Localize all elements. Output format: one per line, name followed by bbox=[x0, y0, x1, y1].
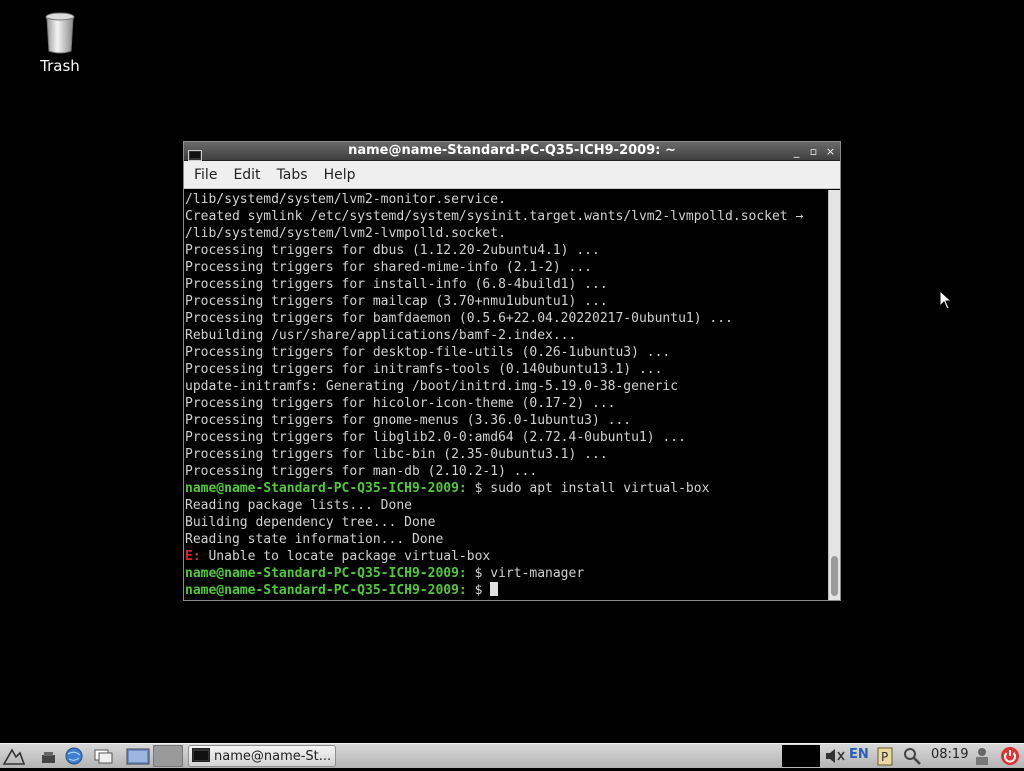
terminal-line: Processing triggers for libglib2.0-0:amd… bbox=[185, 429, 828, 446]
terminal-line-text: $ bbox=[466, 583, 491, 598]
workspace-2-icon[interactable] bbox=[153, 745, 183, 767]
terminal-line-text: Building dependency tree... Done bbox=[185, 515, 436, 530]
desktop: Trash name@name-Standard-PC-Q35-ICH9-200… bbox=[0, 0, 1024, 743]
scrollbar-thumb[interactable] bbox=[831, 556, 838, 596]
terminal-line-text: Processing triggers for libc-bin (2.35-0… bbox=[185, 447, 608, 462]
taskbar-terminal-button[interactable]: name@name-St... bbox=[188, 745, 336, 767]
start-menu-icon[interactable] bbox=[2, 745, 26, 767]
terminal-line: Processing triggers for dbus (1.12.20-2u… bbox=[185, 242, 828, 259]
terminal-line: Building dependency tree... Done bbox=[185, 514, 828, 531]
error-marker: E: bbox=[185, 549, 201, 564]
menu-file[interactable]: File bbox=[186, 167, 225, 183]
shell-prompt: name@name-Standard-PC-Q35-ICH9-2009: bbox=[185, 481, 467, 496]
terminal-line: Processing triggers for man-db (2.10.2-1… bbox=[185, 463, 828, 480]
svg-text:P: P bbox=[881, 750, 888, 764]
terminal-line-text: Processing triggers for install-info (6.… bbox=[185, 277, 608, 292]
terminal-line: Processing triggers for install-info (6.… bbox=[185, 276, 828, 293]
trash-desktop-icon[interactable]: Trash bbox=[30, 12, 90, 75]
terminal-line: Processing triggers for gnome-menus (3.3… bbox=[185, 412, 828, 429]
workspace-1-icon[interactable] bbox=[125, 745, 150, 767]
window-title: name@name-Standard-PC-Q35-ICH9-2009: ~ bbox=[348, 143, 676, 158]
terminal-window[interactable]: name@name-Standard-PC-Q35-ICH9-2009: ~ _… bbox=[183, 141, 841, 601]
terminal-scrollbar[interactable] bbox=[828, 190, 840, 600]
system-monitor-icon[interactable] bbox=[782, 745, 820, 767]
terminal-line: update-initramfs: Generating /boot/initr… bbox=[185, 378, 828, 395]
text-cursor bbox=[490, 582, 499, 596]
terminal-line-text: Processing triggers for mailcap (3.70+nm… bbox=[185, 294, 608, 309]
terminal-line: Reading state information... Done bbox=[185, 531, 828, 548]
terminal-line-text: Processing triggers for dbus (1.12.20-2u… bbox=[185, 243, 600, 258]
terminal-line: Processing triggers for shared-mime-info… bbox=[185, 259, 828, 276]
menu-help[interactable]: Help bbox=[316, 167, 364, 183]
terminal-line-text: /lib/systemd/system/lvm2-monitor.service… bbox=[185, 192, 506, 207]
clock[interactable]: 08:19 bbox=[931, 747, 968, 762]
terminal-line-text: update-initramfs: Generating /boot/initr… bbox=[185, 379, 679, 394]
terminal-line-text: Reading state information... Done bbox=[185, 532, 444, 547]
web-browser-icon[interactable] bbox=[63, 745, 85, 767]
terminal-line: Processing triggers for initramfs-tools … bbox=[185, 361, 828, 378]
terminal-line: Processing triggers for mailcap (3.70+nm… bbox=[185, 293, 828, 310]
minimize-button[interactable]: _ bbox=[789, 144, 804, 159]
terminal-line-text: Processing triggers for libglib2.0-0:amd… bbox=[185, 430, 686, 445]
shell-prompt: name@name-Standard-PC-Q35-ICH9-2009: bbox=[185, 583, 467, 598]
trash-icon bbox=[45, 12, 75, 54]
terminal-line: name@name-Standard-PC-Q35-ICH9-2009: $ v… bbox=[185, 565, 828, 582]
taskbar-terminal-label: name@name-St... bbox=[214, 748, 332, 764]
taskbar: name@name-St... EN P 08:19 bbox=[0, 743, 1024, 768]
terminal-line: Processing triggers for bamfdaemon (0.5.… bbox=[185, 310, 828, 327]
volume-icon[interactable] bbox=[822, 745, 846, 767]
terminal-line-text: Rebuilding /usr/share/applications/bamf-… bbox=[185, 328, 577, 343]
show-desktop-icon[interactable] bbox=[38, 745, 60, 767]
menu-edit[interactable]: Edit bbox=[225, 167, 268, 183]
terminal-line-text: Unable to locate package virtual-box bbox=[200, 549, 491, 564]
close-button[interactable]: × bbox=[823, 144, 838, 159]
terminal-line-text: /lib/systemd/system/lvm2-lvmpolld.socket… bbox=[185, 226, 506, 241]
terminal-line: E: Unable to locate package virtual-box bbox=[185, 548, 828, 565]
maximize-button[interactable]: ▫ bbox=[806, 144, 821, 159]
terminal-line: Processing triggers for hicolor-icon-the… bbox=[185, 395, 828, 412]
terminal-line: name@name-Standard-PC-Q35-ICH9-2009: $ bbox=[185, 582, 828, 599]
terminal-line-text: $ sudo apt install virtual-box bbox=[466, 481, 710, 496]
terminal-line: Rebuilding /usr/share/applications/bamf-… bbox=[185, 327, 828, 344]
keyboard-layout[interactable]: EN bbox=[849, 747, 869, 762]
menubar: File Edit Tabs Help bbox=[184, 161, 840, 189]
network-icon[interactable] bbox=[901, 745, 923, 767]
terminal-line-text: Processing triggers for hicolor-icon-the… bbox=[185, 396, 616, 411]
terminal-line-text: Processing triggers for initramfs-tools … bbox=[185, 362, 663, 377]
terminal-line: Processing triggers for libc-bin (2.35-0… bbox=[185, 446, 828, 463]
terminal-icon bbox=[192, 747, 210, 766]
window-titlebar[interactable]: name@name-Standard-PC-Q35-ICH9-2009: ~ _… bbox=[184, 142, 840, 161]
terminal-line-text: Created symlink /etc/systemd/system/sysi… bbox=[185, 209, 804, 224]
terminal-line: Processing triggers for desktop-file-uti… bbox=[185, 344, 828, 361]
power-icon[interactable] bbox=[999, 745, 1021, 767]
terminal-line: Created symlink /etc/systemd/system/sysi… bbox=[185, 208, 828, 225]
terminal-line-text: Reading package lists... Done bbox=[185, 498, 412, 513]
clipboard-icon[interactable]: P bbox=[875, 745, 895, 767]
terminal-output[interactable]: /lib/systemd/system/lvm2-monitor.service… bbox=[184, 190, 828, 600]
menu-tabs[interactable]: Tabs bbox=[269, 167, 316, 183]
file-manager-icon[interactable] bbox=[92, 745, 114, 767]
terminal-line-text: $ virt-manager bbox=[466, 566, 585, 581]
mouse-pointer-icon bbox=[939, 289, 953, 314]
shell-prompt: name@name-Standard-PC-Q35-ICH9-2009: bbox=[185, 566, 467, 581]
terminal-line-text: Processing triggers for shared-mime-info… bbox=[185, 260, 592, 275]
terminal-line-text: Processing triggers for bamfdaemon (0.5.… bbox=[185, 311, 733, 326]
terminal-line-text: Processing triggers for man-db (2.10.2-1… bbox=[185, 464, 538, 479]
trash-label: Trash bbox=[40, 57, 80, 75]
terminal-line: Reading package lists... Done bbox=[185, 497, 828, 514]
terminal-line-text: Processing triggers for gnome-menus (3.3… bbox=[185, 413, 632, 428]
terminal-line-text: Processing triggers for desktop-file-uti… bbox=[185, 345, 671, 360]
terminal-line: /lib/systemd/system/lvm2-lvmpolld.socket… bbox=[185, 225, 828, 242]
terminal-line: name@name-Standard-PC-Q35-ICH9-2009: $ s… bbox=[185, 480, 828, 497]
terminal-line: /lib/systemd/system/lvm2-monitor.service… bbox=[185, 191, 828, 208]
user-icon[interactable] bbox=[972, 745, 992, 767]
